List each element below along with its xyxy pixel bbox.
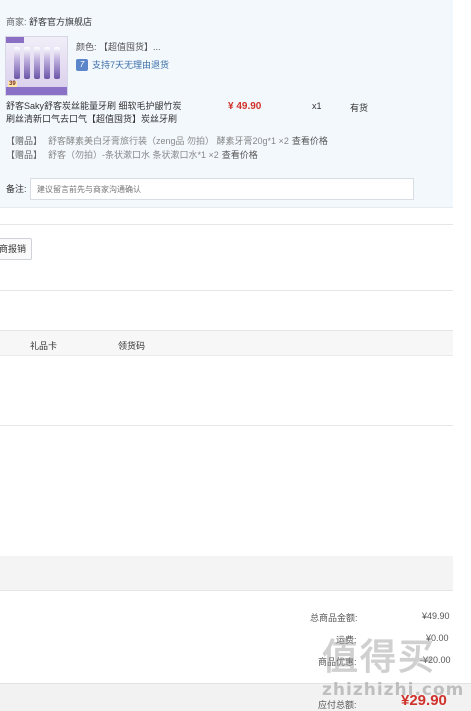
- order-note-input[interactable]: [30, 178, 414, 200]
- reimbursement-button[interactable]: 商报销: [0, 238, 32, 260]
- return-policy-icon: 7: [76, 58, 88, 71]
- total-goods-value: ¥49.90: [422, 611, 450, 621]
- brush-shape: [24, 47, 30, 79]
- brush-shape: [44, 47, 50, 79]
- section-divider: [0, 290, 453, 291]
- note-label: 备注:: [6, 184, 27, 194]
- gift-name: 舒客酵素美白牙膏旅行装（zeng品 勿拍） 酵素牙膏20g*1 ×2: [48, 136, 289, 146]
- shipping-label: 运费:: [336, 635, 357, 645]
- gray-band: [0, 556, 453, 590]
- brush-shape: [14, 47, 20, 79]
- gift-check-price-link[interactable]: 查看价格: [222, 150, 258, 160]
- section-divider: [0, 590, 453, 591]
- product-title-link[interactable]: 舒客Saky舒客炭丝能量牙刷 细软毛护龈竹炭刷丝清新口气去口气【超值囤货】炭丝牙…: [6, 100, 186, 126]
- product-price: ¥ 49.90: [228, 101, 262, 112]
- discount-label: 商品优惠:: [318, 657, 357, 667]
- shop-order-box: 商家: 舒客官方旗舰店 39 颜色: 【超值囤货】... 7 支持7天无理由退货…: [0, 0, 453, 208]
- section-divider: [0, 224, 453, 225]
- amount-due-value: ¥29.90: [401, 692, 447, 709]
- total-goods-label: 总商品金额:: [310, 613, 358, 623]
- tab-coupon-code[interactable]: 领货码: [118, 339, 145, 352]
- brush-shape: [34, 47, 40, 79]
- product-color: 颜色: 【超值囤货】...: [76, 42, 161, 52]
- gift-tag: 【赠品】: [6, 136, 43, 146]
- thumb-brand-tag: [6, 37, 24, 43]
- return-policy: 7 支持7天无理由退货: [76, 58, 169, 71]
- discount-value: -¥20.00: [420, 655, 451, 665]
- thumb-bottom-strip: [6, 87, 67, 95]
- gift-item: 【赠品】 舒客酵素美白牙膏旅行装（zeng品 勿拍） 酵素牙膏20g*1 ×2 查看…: [6, 134, 328, 147]
- amount-due-label: 应付总额:: [318, 700, 357, 710]
- shipping-value: ¥0.00: [426, 633, 449, 643]
- stock-status: 有货: [350, 103, 369, 113]
- return-policy-text: 支持7天无理由退货: [92, 60, 170, 70]
- merchant-info: 商家: 舒客官方旗舰店: [6, 15, 92, 28]
- gift-check-price-link[interactable]: 查看价格: [292, 136, 328, 146]
- payment-bar: 应付总额: ¥29.90: [0, 683, 471, 711]
- tab-gift-card[interactable]: 礼品卡: [30, 339, 57, 352]
- merchant-name-link[interactable]: 舒客官方旗舰店: [29, 17, 92, 27]
- merchant-label: 商家:: [6, 17, 27, 27]
- brush-shape: [54, 47, 60, 79]
- product-thumbnail[interactable]: 39: [5, 36, 68, 96]
- gift-item: 【赠品】 舒客（勿拍）-条状漱口水 条状漱口水*1 ×2 查看价格: [6, 148, 258, 161]
- payment-option-tabs: 礼品卡 领货码: [0, 330, 453, 356]
- product-quantity: x1: [312, 101, 322, 111]
- section-divider: [0, 425, 453, 426]
- gift-name: 舒客（勿拍）-条状漱口水 条状漱口水*1 ×2: [48, 150, 219, 160]
- gift-tag: 【赠品】: [6, 150, 43, 160]
